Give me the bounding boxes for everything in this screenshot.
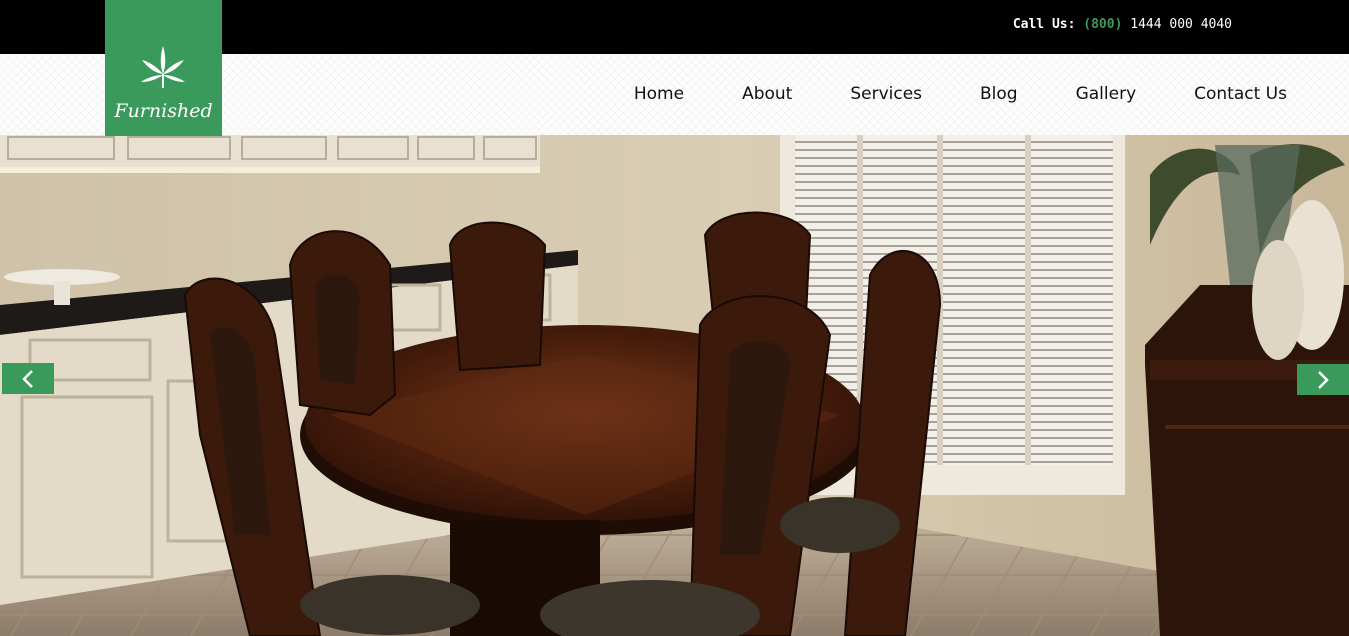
site-logo[interactable]: Furnished [105,0,222,136]
phone-area-code[interactable]: (800) [1083,17,1122,32]
cannabis-leaf-icon [141,46,185,88]
slider-next-button[interactable] [1297,364,1349,395]
main-nav: Home About Services Blog Gallery Contact… [634,84,1287,104]
chevron-left-icon [22,369,33,388]
slider-prev-button[interactable] [2,363,54,394]
nav-services[interactable]: Services [850,84,922,104]
call-us-label: Call Us: [1012,17,1076,32]
chevron-right-icon [1318,370,1329,389]
brand-name: Furnished [114,100,213,122]
call-us-info: Call Us: (800) 1444 000 4040 [1013,17,1232,32]
hero-image [0,135,1349,636]
nav-gallery[interactable]: Gallery [1076,84,1137,104]
nav-about[interactable]: About [742,84,792,104]
nav-home[interactable]: Home [634,84,684,104]
hero-slider [0,135,1349,636]
phone-number[interactable]: 1444 000 4040 [1122,17,1232,32]
nav-contact-us[interactable]: Contact Us [1194,84,1287,104]
nav-blog[interactable]: Blog [980,84,1018,104]
